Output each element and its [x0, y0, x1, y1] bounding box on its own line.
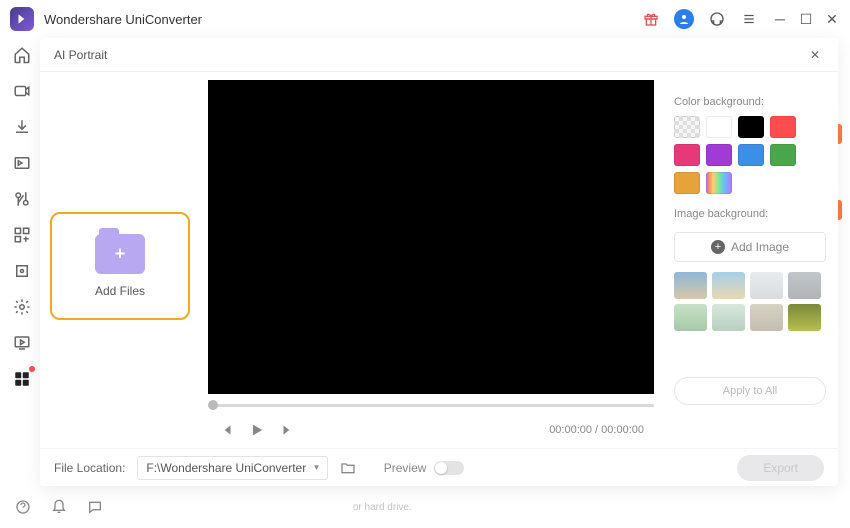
- bg-image-3[interactable]: [750, 272, 783, 299]
- bg-image-5[interactable]: [674, 304, 707, 331]
- plus-icon: +: [711, 240, 725, 254]
- panel-header: AI Portrait ✕: [40, 38, 838, 72]
- image-bg-label: Image background:: [674, 208, 826, 220]
- apply-all-label: Apply to All: [723, 385, 777, 397]
- sidebar-player-icon[interactable]: [11, 332, 33, 354]
- sidebar-edit-icon[interactable]: [11, 188, 33, 210]
- apply-all-button[interactable]: Apply to All: [674, 377, 826, 405]
- sidebar-settings-icon[interactable]: [11, 296, 33, 318]
- color-purple[interactable]: [706, 144, 732, 166]
- sidebar-home-icon[interactable]: [11, 44, 33, 66]
- sidebar-compress-icon[interactable]: [11, 152, 33, 174]
- color-pink[interactable]: [674, 144, 700, 166]
- app-logo: [10, 7, 34, 31]
- bg-image-1[interactable]: [674, 272, 707, 299]
- video-preview[interactable]: [208, 80, 654, 394]
- play-button[interactable]: [248, 421, 266, 439]
- close-window-button[interactable]: ✕: [824, 11, 840, 27]
- help-icon[interactable]: [14, 498, 32, 516]
- color-green[interactable]: [770, 144, 796, 166]
- preview-column: 00:00:00 / 00:00:00: [200, 72, 662, 448]
- image-grid: [674, 272, 826, 331]
- add-files-button[interactable]: Add Files: [50, 212, 190, 320]
- player-controls: 00:00:00 / 00:00:00: [208, 412, 654, 448]
- bg-image-2[interactable]: [712, 272, 745, 299]
- scrub-bar[interactable]: [208, 398, 654, 412]
- add-image-label: Add Image: [731, 240, 789, 254]
- folder-plus-icon: [95, 234, 145, 274]
- sidebar-merge-icon[interactable]: [11, 224, 33, 246]
- bg-image-7[interactable]: [750, 304, 783, 331]
- color-orange[interactable]: [674, 172, 700, 194]
- color-white[interactable]: [706, 116, 732, 138]
- prev-frame-button[interactable]: [218, 421, 236, 439]
- color-bg-label: Color background:: [674, 96, 826, 108]
- color-blue[interactable]: [738, 144, 764, 166]
- menu-icon[interactable]: [740, 10, 758, 28]
- add-files-label: Add Files: [95, 284, 145, 298]
- export-label: Export: [763, 461, 798, 475]
- scrub-handle[interactable]: [208, 400, 218, 410]
- bottom-tray: or hard drive.: [0, 486, 850, 528]
- support-icon[interactable]: [708, 10, 726, 28]
- panel-footer: File Location: F:\Wondershare UniConvert…: [40, 448, 838, 486]
- file-location-value: F:\Wondershare UniConverter: [146, 461, 306, 475]
- color-red[interactable]: [770, 116, 796, 138]
- sidebar-toolbox-icon[interactable]: [11, 368, 33, 390]
- chevron-down-icon: ▾: [314, 462, 319, 473]
- bg-hint-1: or hard drive.: [353, 502, 412, 513]
- maximize-button[interactable]: ☐: [798, 11, 814, 27]
- sidebar-crop-icon[interactable]: [11, 260, 33, 282]
- file-location-select[interactable]: F:\Wondershare UniConverter ▾: [137, 456, 327, 480]
- open-folder-button[interactable]: [340, 460, 356, 476]
- time-display: 00:00:00 / 00:00:00: [549, 424, 644, 436]
- chat-icon[interactable]: [86, 498, 104, 516]
- next-frame-button[interactable]: [278, 421, 296, 439]
- preview-label: Preview: [384, 461, 427, 475]
- panel-title: AI Portrait: [54, 48, 107, 62]
- titlebar: Wondershare UniConverter ─ ☐ ✕: [0, 0, 850, 38]
- bg-image-4[interactable]: [788, 272, 821, 299]
- minimize-button[interactable]: ─: [772, 11, 788, 27]
- file-column: Add Files: [40, 72, 200, 448]
- user-avatar-icon[interactable]: [674, 9, 694, 29]
- bg-image-6[interactable]: [712, 304, 745, 331]
- close-panel-button[interactable]: ✕: [806, 46, 824, 64]
- ai-portrait-panel: AI Portrait ✕ Add Files 00:00:00 / 00:00…: [40, 38, 838, 486]
- bg-image-8[interactable]: [788, 304, 821, 331]
- app-title: Wondershare UniConverter: [44, 12, 202, 27]
- color-transparent[interactable]: [674, 116, 700, 138]
- file-location-label: File Location:: [54, 461, 125, 475]
- export-button[interactable]: Export: [737, 455, 824, 481]
- color-black[interactable]: [738, 116, 764, 138]
- sidebar: [0, 38, 44, 528]
- sidebar-video-icon[interactable]: [11, 80, 33, 102]
- preview-toggle[interactable]: [434, 461, 464, 475]
- color-grid: [674, 116, 826, 194]
- gift-icon[interactable]: [642, 10, 660, 28]
- bell-icon[interactable]: [50, 498, 68, 516]
- add-image-button[interactable]: + Add Image: [674, 232, 826, 262]
- color-rainbow[interactable]: [706, 172, 732, 194]
- options-column: Color background: Image background: + Ad…: [662, 72, 838, 448]
- sidebar-download-icon[interactable]: [11, 116, 33, 138]
